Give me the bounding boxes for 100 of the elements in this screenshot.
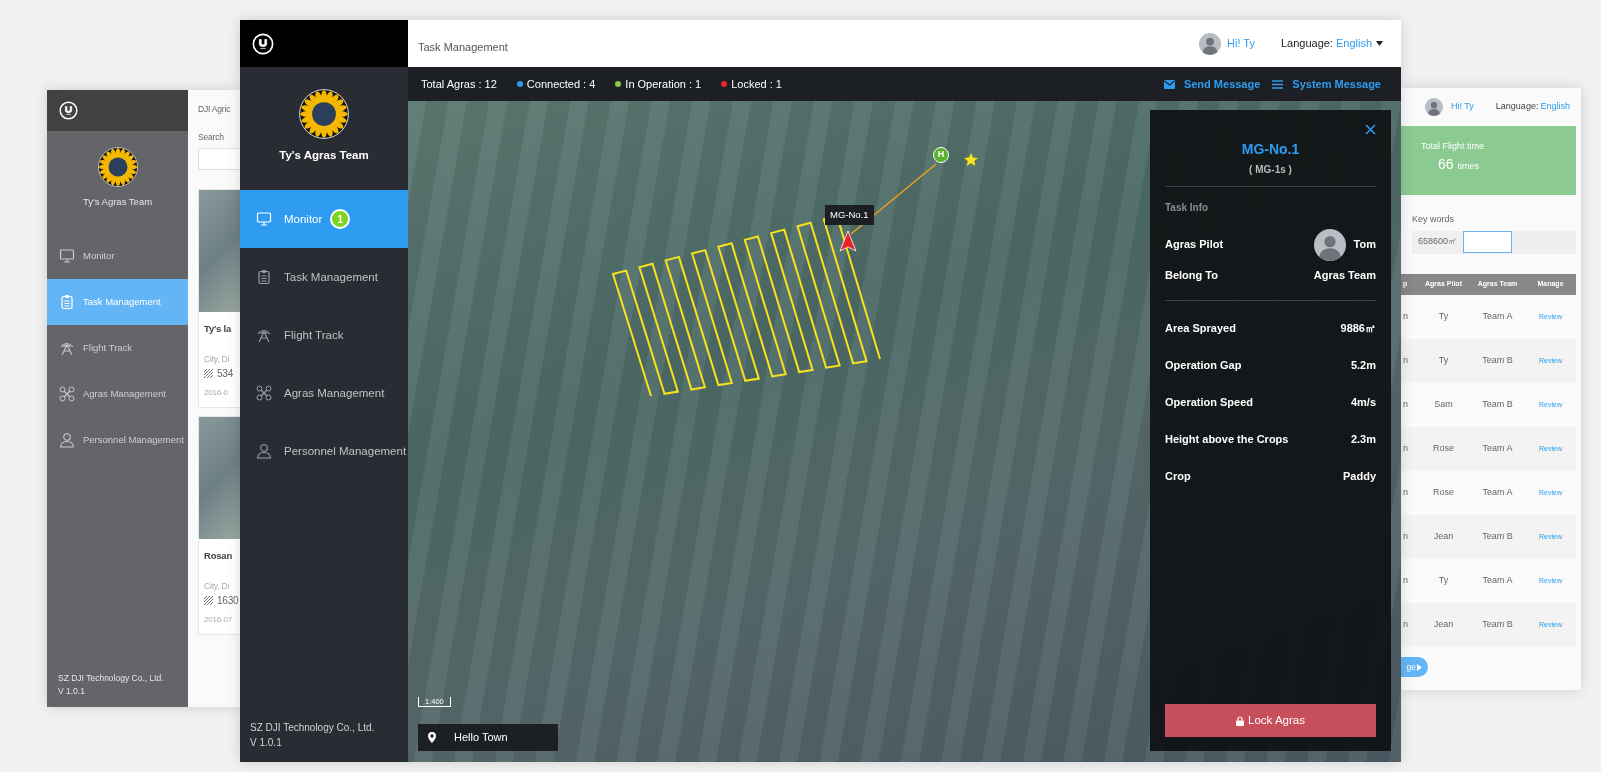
footer-text: V 1.0.1: [58, 685, 86, 699]
card-area: 534: [217, 365, 234, 381]
keywords-label: Key words: [1412, 213, 1456, 226]
language-dropdown[interactable]: English: [1335, 35, 1383, 52]
person-icon: [256, 443, 272, 460]
status-count: Locked : 1: [731, 76, 782, 92]
lock-button[interactable]: Lock Agras: [1165, 704, 1376, 737]
user-avatar: [1425, 98, 1443, 116]
nav-item[interactable]: Monitor: [47, 233, 188, 280]
table-cell-text: Team A: [1481, 573, 1514, 587]
field-value: Agras Team: [1313, 268, 1376, 284]
task-card[interactable]: Ty's la City, Di 534 2016-0: [198, 188, 240, 408]
play-icon: [1417, 663, 1422, 671]
drone-logo: [252, 32, 274, 55]
table-cell-text: n: [1402, 441, 1409, 455]
footer-text: SZ DJI Technology Co., Ltd.: [250, 721, 376, 735]
close-icon[interactable]: [1365, 124, 1376, 135]
card-location: City, Di: [204, 352, 230, 366]
table-cell-text: Ty: [1437, 353, 1450, 367]
nav-item[interactable]: Agras Management: [240, 364, 408, 423]
nav-item[interactable]: Flight Track: [240, 306, 408, 365]
table-cell-text: Rose: [1432, 485, 1455, 499]
drone-title: MG-No.1: [1240, 140, 1301, 159]
message-link[interactable]: Send Message: [1163, 75, 1261, 93]
team-name: Ty's Agras Team: [279, 148, 369, 163]
table-cell-text: Team B: [1481, 353, 1514, 367]
tower-icon: [256, 327, 272, 344]
table-cell-text: n: [1402, 397, 1409, 411]
nav-item[interactable]: Monitor 1: [240, 190, 408, 249]
field-value: 5.2m: [1350, 358, 1376, 374]
team-name: Ty's Agras Team: [82, 195, 153, 209]
drone-marker-icon: [839, 230, 857, 252]
drone-icon: [256, 385, 272, 402]
table-cell-text: Jean: [1432, 529, 1455, 543]
nav-item[interactable]: Flight Track: [47, 325, 188, 372]
keywords-field[interactable]: [1463, 231, 1513, 253]
task-card[interactable]: Rosan City, Di 1630 2016-07: [198, 415, 240, 635]
table-cell-text: n: [1402, 485, 1409, 499]
table-cell-text: Team B: [1481, 529, 1514, 543]
table-cell-text: n: [1402, 309, 1409, 323]
location-name: Hello Town: [454, 730, 508, 746]
table-cell-text: Team B: [1481, 617, 1514, 631]
total-count: Total Agras : 12: [421, 76, 497, 92]
table-cell-text: n: [1402, 617, 1409, 631]
message-link[interactable]: System Message: [1272, 75, 1381, 93]
card-date: 2016-0: [204, 386, 228, 399]
next-page-button[interactable]: ge: [1401, 657, 1428, 677]
monitor-icon: [256, 211, 272, 228]
card-area: 1630: [217, 592, 239, 608]
monitor-icon: [59, 248, 75, 265]
field-label: Agras Pilot: [1165, 237, 1224, 253]
user-avatar: [1313, 228, 1346, 261]
drone-label: MG-No.1: [825, 205, 874, 226]
language-label: Language:: [1495, 100, 1539, 114]
breadcrumb: DJI Agric: [198, 103, 232, 116]
nav-item[interactable]: Personnel Management: [240, 422, 408, 481]
nav-item[interactable]: Task Management: [240, 248, 408, 307]
greeting-link[interactable]: Hi! Ty: [1451, 100, 1474, 114]
table-cell-text: Sam: [1433, 397, 1454, 411]
field-label: Crop: [1165, 469, 1191, 485]
sunflower-logo: [299, 89, 349, 139]
lock-icon: [1236, 715, 1245, 726]
sunflower-logo: [97, 147, 138, 187]
footer-text: V 1.0.1: [250, 736, 283, 750]
menu-icon: [1272, 79, 1284, 89]
status-count: In Operation : 1: [625, 76, 702, 92]
location-pin-icon: [428, 732, 436, 743]
card-location: City, Di: [204, 579, 230, 593]
field-value: 2.3m: [1350, 432, 1376, 448]
field-value: 4m/s: [1350, 395, 1376, 411]
table-cell-text: n: [1402, 529, 1409, 543]
field-label: Area Sprayed: [1165, 321, 1236, 337]
table-cell-text: Team B: [1481, 397, 1514, 411]
language-link[interactable]: English: [1540, 100, 1570, 114]
footer-text: SZ DJI Technology Co., Ltd.: [58, 671, 165, 685]
table-cell-text: Rose: [1432, 441, 1455, 455]
table-cell-text: Team A: [1481, 485, 1514, 499]
field-label: Operation Gap: [1165, 358, 1242, 374]
greeting-link[interactable]: Hi! Ty: [1227, 35, 1255, 52]
search-field[interactable]: [198, 147, 240, 170]
nav-item[interactable]: Agras Management: [47, 371, 188, 418]
table-cell-text: n: [1402, 353, 1409, 367]
search-label: Search: [198, 130, 225, 144]
field-value: 9886㎡: [1340, 321, 1376, 337]
envelope-icon: [1163, 79, 1175, 89]
table-cell-text: Jean: [1432, 617, 1455, 631]
language-label: Language:: [1280, 36, 1333, 52]
clipboard-icon: [59, 294, 75, 311]
nav-item[interactable]: Task Management: [47, 279, 188, 326]
table-cell-text: Team A: [1481, 441, 1514, 455]
hatch-icon: [204, 368, 213, 378]
home-marker: H: [933, 147, 949, 163]
keywords-value: 658600㎡: [1418, 235, 1458, 249]
person-icon: [59, 432, 75, 449]
card-title: Rosan: [204, 548, 233, 563]
table-cell-text: Ty: [1437, 309, 1450, 323]
count-badge: 1: [330, 209, 351, 230]
stat-unit: times: [1457, 159, 1480, 173]
nav-item[interactable]: Personnel Management: [47, 417, 188, 464]
table-cell-text: Team A: [1481, 309, 1514, 323]
